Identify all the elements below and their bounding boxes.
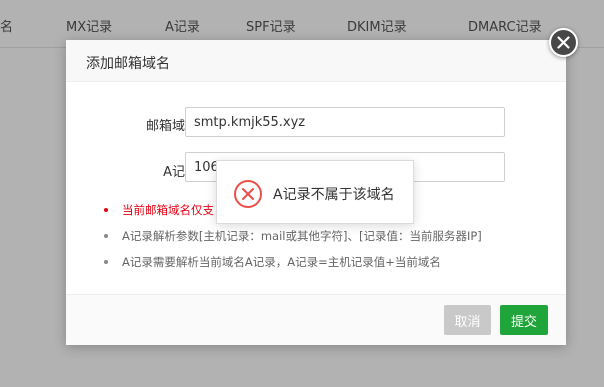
bullet-icon [104, 260, 108, 264]
dialog-footer: 取消 提交 [66, 294, 566, 345]
close-icon [557, 36, 570, 49]
tip-text: A记录解析参数[主机记录：mail或其他字符]、[记录值：当前服务器IP] [122, 229, 482, 243]
submit-button[interactable]: 提交 [500, 305, 548, 335]
tip-item: A记录解析参数[主机记录：mail或其他字符]、[记录值：当前服务器IP] [104, 226, 544, 252]
dialog-header: 添加邮箱域名 [66, 40, 566, 82]
bullet-icon [104, 234, 108, 238]
tip-text: 当前邮箱域名仅支 [122, 203, 214, 217]
tip-text: A记录需要解析当前域名A记录，A记录=主机记录值+当前域名 [122, 255, 441, 269]
dialog-title: 添加邮箱域名 [86, 56, 170, 72]
domain-input[interactable] [185, 107, 505, 137]
error-circle-icon [234, 180, 262, 208]
tip-item: A记录需要解析当前域名A记录，A记录=主机记录值+当前域名 [104, 252, 544, 278]
close-dialog-button[interactable] [549, 28, 578, 57]
error-toast: A记录不属于该域名 [216, 160, 414, 224]
cancel-button[interactable]: 取消 [444, 305, 491, 335]
bullet-icon [104, 208, 108, 212]
toast-message: A记录不属于该域名 [273, 187, 395, 203]
